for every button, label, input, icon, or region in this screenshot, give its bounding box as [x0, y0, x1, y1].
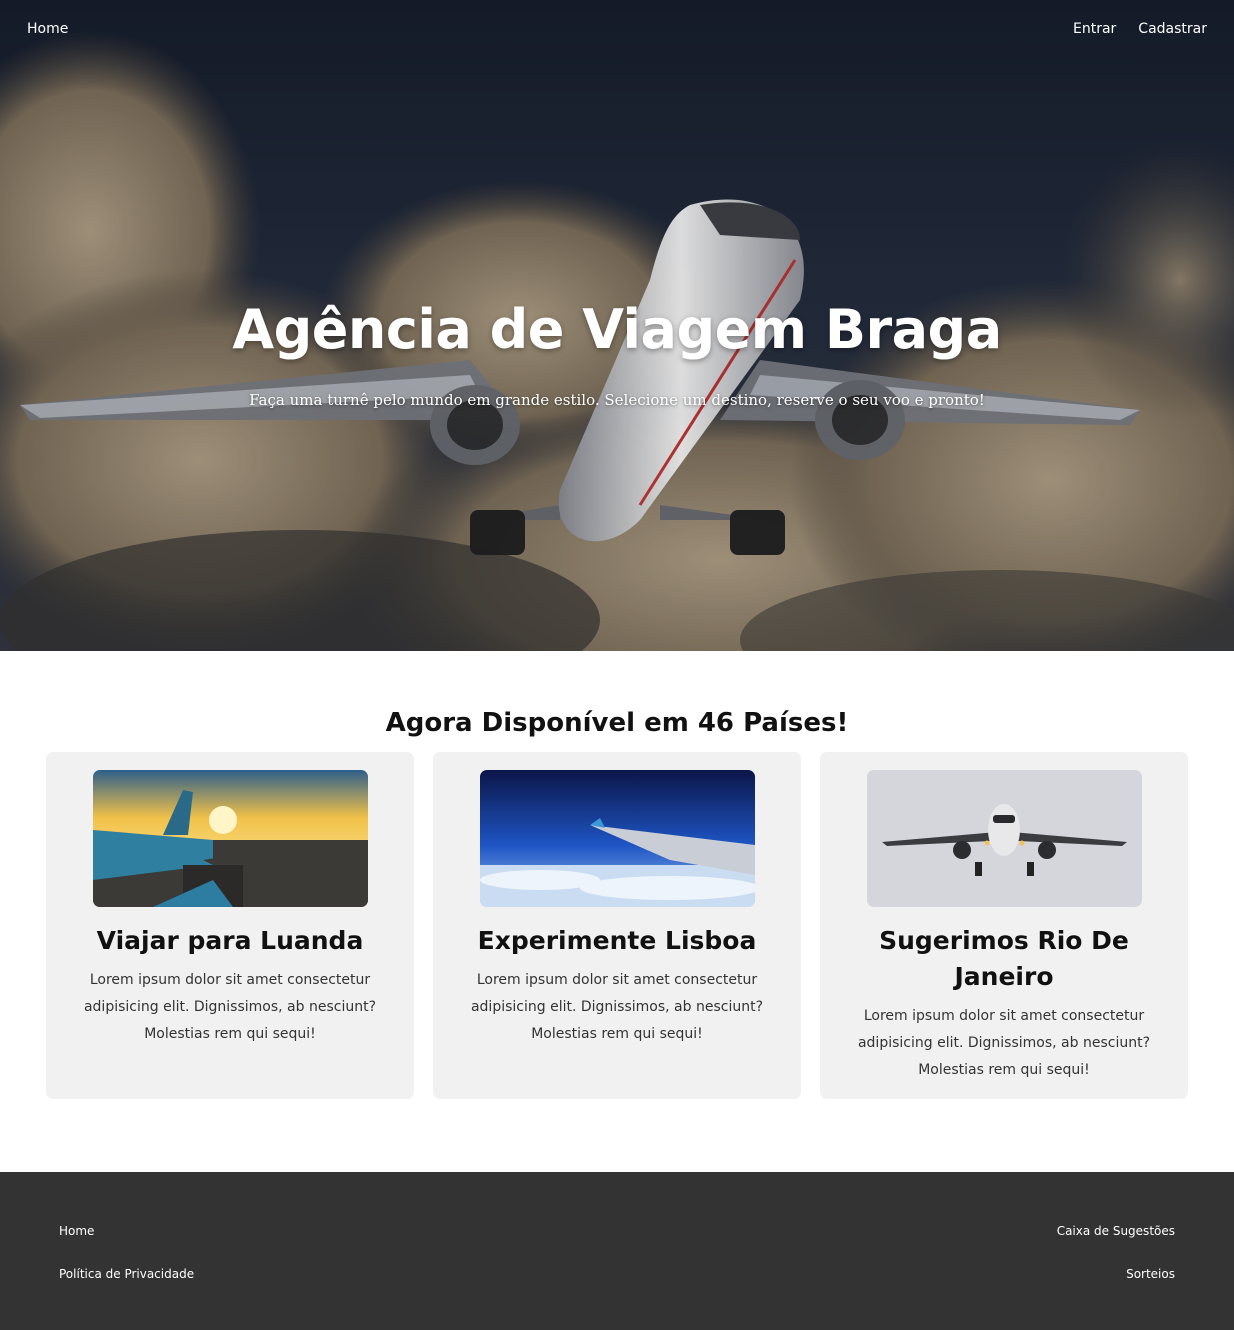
destination-card-rio: Sugerimos Rio De Janeiro Lorem ipsum dol…: [820, 752, 1188, 1099]
footer-raffles-link[interactable]: Sorteios: [1126, 1267, 1175, 1281]
nav-login-link[interactable]: Entrar: [1073, 21, 1116, 37]
nav-home-link[interactable]: Home: [27, 21, 68, 37]
card-title: Experimente Lisboa: [477, 926, 757, 955]
card-text: Lorem ipsum dolor sit amet consectetur a…: [857, 1008, 1151, 1078]
card-image-wing-above-clouds: [479, 770, 755, 907]
footer-privacy-link[interactable]: Política de Privacidade: [59, 1267, 194, 1281]
destination-cards: Viajar para Luanda Lorem ipsum dolor sit…: [46, 752, 1188, 1099]
nav-auth-links: Entrar Cadastrar: [1073, 21, 1207, 37]
card-text: Lorem ipsum dolor sit amet consectetur a…: [83, 972, 377, 1042]
top-navbar: Home Entrar Cadastrar: [0, 0, 1234, 58]
hero-section: Home Entrar Cadastrar Agência de Viagem …: [0, 0, 1234, 651]
card-title: Sugerimos Rio De Janeiro: [879, 926, 1129, 991]
card-image-plane-front: [866, 770, 1142, 907]
card-text: Lorem ipsum dolor sit amet consectetur a…: [470, 972, 764, 1042]
hero-subtitle: Faça uma turnê pelo mundo em grande esti…: [249, 391, 985, 409]
card-title: Viajar para Luanda: [96, 926, 364, 955]
footer-home-link[interactable]: Home: [59, 1224, 94, 1238]
hero-title: Agência de Viagem Braga: [232, 298, 1002, 361]
section-title: Agora Disponível em 46 Países!: [385, 708, 849, 738]
footer-suggestions-link[interactable]: Caixa de Sugestões: [1057, 1224, 1175, 1238]
card-image-sunset-airport: [92, 770, 368, 907]
destination-card-lisboa: Experimente Lisboa Lorem ipsum dolor sit…: [433, 752, 801, 1099]
nav-signup-link[interactable]: Cadastrar: [1138, 21, 1207, 37]
footer: Home Política de Privacidade Caixa de Su…: [0, 1172, 1234, 1330]
destination-card-luanda: Viajar para Luanda Lorem ipsum dolor sit…: [46, 752, 414, 1099]
